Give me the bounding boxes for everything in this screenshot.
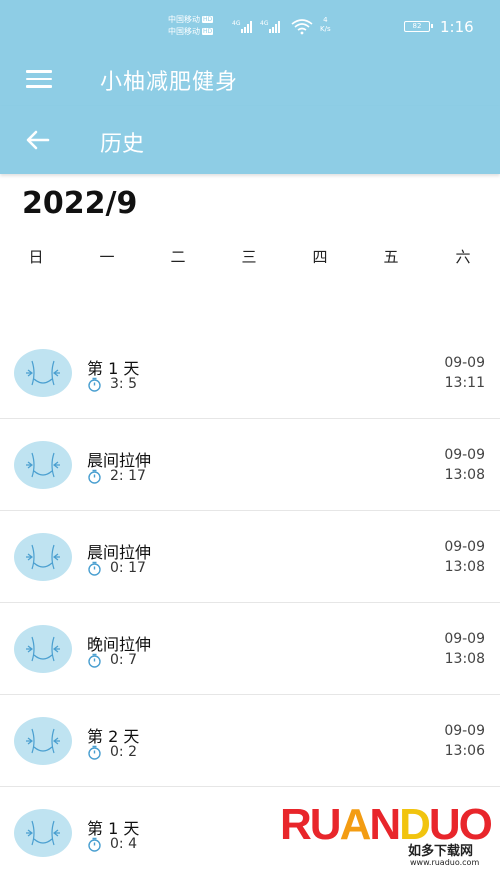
workout-avatar-icon: [14, 625, 72, 673]
weekday-header: 日 一 二 三 四 五 六: [0, 246, 500, 268]
workout-duration: 3: 5: [110, 376, 137, 392]
workout-time: 13:08: [444, 651, 485, 667]
arrow-left-icon[interactable]: [24, 128, 52, 152]
workout-avatar-icon: [14, 809, 72, 857]
carrier-info: 中国移动 HD 中国移动 HD: [168, 14, 214, 38]
weekday-sun: 日: [28, 248, 44, 266]
weekday-mon: 一: [99, 248, 115, 266]
history-item[interactable]: 第 2 天 0: 2 09-09 13:06: [0, 695, 500, 787]
weekday-tue: 二: [170, 248, 186, 266]
workout-date: 09-09: [444, 355, 485, 371]
battery-level: 82: [412, 22, 422, 30]
timer-icon: [88, 469, 101, 484]
watermark-url: www.ruaduo.com: [410, 858, 480, 867]
battery-icon: 82: [404, 21, 433, 32]
timer-icon: [88, 377, 101, 392]
watermark-logo: RUANDUO 如多下载网 www.ruaduo.com: [280, 800, 493, 880]
workout-time: 13:08: [444, 467, 485, 483]
watermark-subtitle: 如多下载网: [408, 844, 474, 859]
workout-date: 09-09: [444, 723, 485, 739]
carrier-2-label: 中国移动: [168, 27, 200, 36]
workout-duration: 0: 17: [110, 560, 146, 576]
weekday-wed: 三: [241, 248, 257, 266]
workout-duration: 0: 4: [110, 836, 137, 852]
weekday-sat: 六: [455, 248, 471, 266]
workout-time: 13:06: [444, 743, 485, 759]
workout-duration: 2: 17: [110, 468, 146, 484]
timer-icon: [88, 745, 101, 760]
timer-icon: [88, 561, 101, 576]
workout-time: 13:11: [444, 375, 485, 391]
calendar-month: 2022/9: [22, 186, 138, 221]
workout-duration: 0: 7: [110, 652, 137, 668]
hamburger-menu-icon[interactable]: [26, 70, 52, 88]
workout-date: 09-09: [444, 539, 485, 555]
page-title: 历史: [100, 132, 145, 157]
timer-icon: [88, 837, 101, 852]
status-time: 1:16: [440, 18, 474, 36]
history-item[interactable]: 晨间拉伸 2: 17 09-09 13:08: [0, 419, 500, 511]
workout-avatar-icon: [14, 349, 72, 397]
page-header: 历史: [0, 106, 500, 174]
app-title: 小柚减肥健身: [100, 70, 239, 95]
app-bar: 小柚减肥健身: [0, 52, 500, 106]
network-speed: 4 K/s: [320, 16, 331, 34]
workout-duration: 0: 2: [110, 744, 137, 760]
network-speed-value: 4: [323, 16, 328, 24]
hd-badge: HD: [202, 16, 214, 23]
workout-avatar-icon: [14, 533, 72, 581]
workout-date: 09-09: [444, 631, 485, 647]
status-bar: 中国移动 HD 中国移动 HD 4G 4G 4 K/s 82 1:16: [0, 0, 500, 52]
history-item[interactable]: 第 1 天 3: 5 09-09 13:11: [0, 327, 500, 419]
svg-text:4G: 4G: [232, 20, 241, 27]
svg-text:4G: 4G: [260, 20, 269, 27]
workout-avatar-icon: [14, 441, 72, 489]
carrier-1-label: 中国移动: [168, 15, 200, 24]
workout-avatar-icon: [14, 717, 72, 765]
weekday-thu: 四: [312, 248, 328, 266]
history-item[interactable]: 晨间拉伸 0: 17 09-09 13:08: [0, 511, 500, 603]
timer-icon: [88, 653, 101, 668]
workout-time: 13:08: [444, 559, 485, 575]
history-item[interactable]: 晚间拉伸 0: 7 09-09 13:08: [0, 603, 500, 695]
workout-date: 09-09: [444, 447, 485, 463]
hd-badge: HD: [202, 28, 214, 35]
network-speed-unit: K/s: [320, 25, 331, 33]
weekday-fri: 五: [383, 248, 399, 266]
